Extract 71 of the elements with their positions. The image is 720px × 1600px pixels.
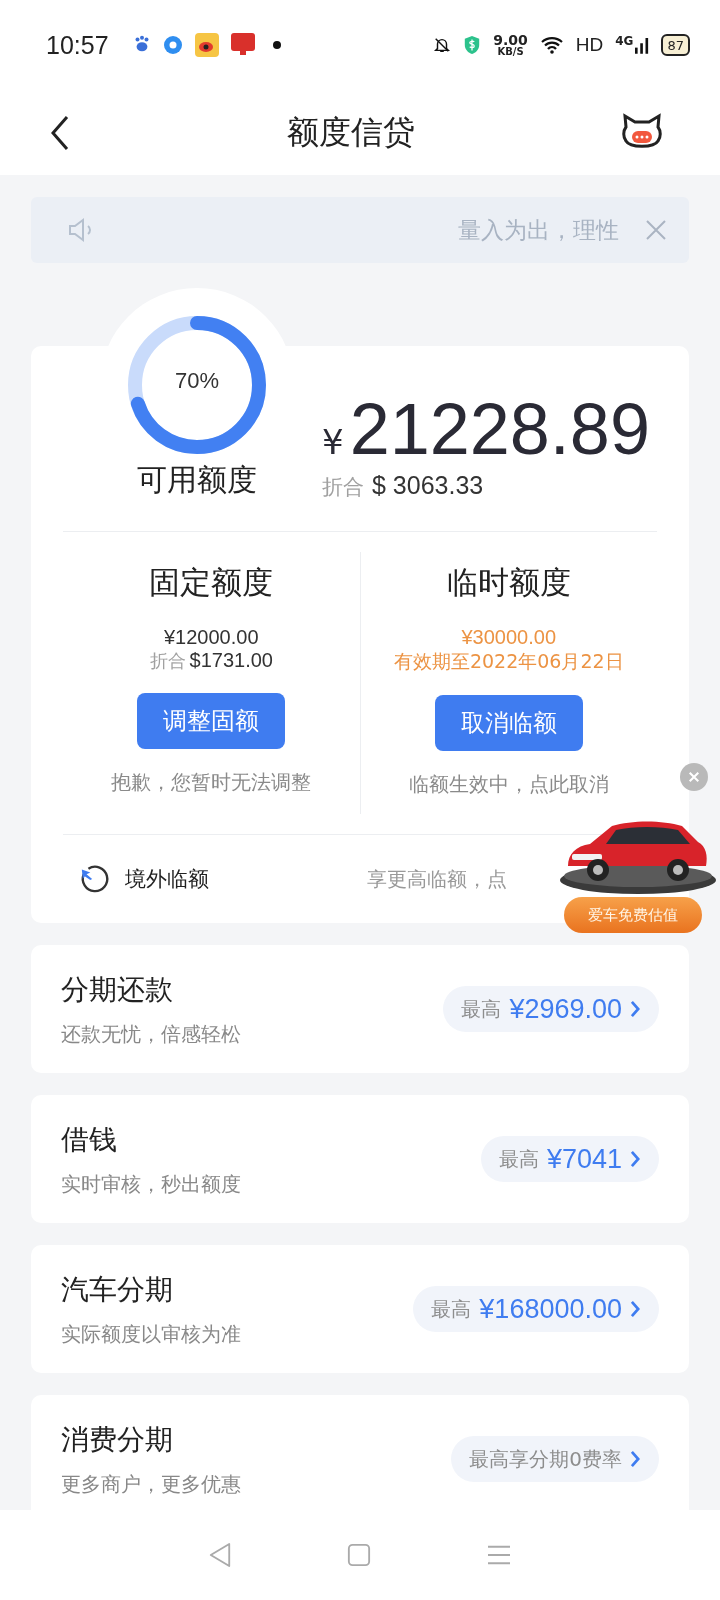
max-label: 最高 [431, 1295, 472, 1323]
wifi-icon [539, 35, 564, 55]
available-label: 可用额度 [137, 461, 257, 499]
close-icon[interactable] [645, 219, 667, 241]
network-speed-text: 9.00 [493, 33, 528, 47]
ad-close-button[interactable] [680, 763, 708, 791]
max-amount-pill[interactable]: 最高 ¥168000.00 [413, 1286, 659, 1332]
product-subtitle: 更多商户，更多优惠 [61, 1470, 241, 1498]
product-title: 借钱 [61, 1121, 118, 1158]
signal-icon [635, 35, 650, 55]
shield-icon [463, 35, 482, 55]
limit-title: 临时额度 [446, 563, 571, 602]
max-amount-pill[interactable]: 最高 ¥2969.00 [443, 986, 659, 1032]
back-nav-icon[interactable] [207, 1542, 232, 1568]
max-label: 最高享分期0费率 [469, 1445, 622, 1473]
percent-text: 70% [173, 368, 220, 394]
network-speed-unit: KB/S [497, 47, 524, 57]
bell-off-icon [433, 36, 452, 54]
max-amount: ¥2969.00 [509, 993, 622, 1025]
limit-title: 固定额度 [149, 563, 274, 602]
currency-symbol: ¥ [322, 422, 344, 462]
converted-amount: $ 3063.33 [372, 471, 484, 500]
available-amount: 21228.89 [349, 393, 650, 465]
product-title: 分期还款 [61, 971, 174, 1008]
max-label: 最高 [498, 1145, 539, 1173]
converted-label: 折合 [149, 649, 186, 673]
product-card[interactable]: 分期还款 还款无忧，倍感轻松 最高 ¥2969.00 [31, 945, 689, 1073]
app-icon [162, 35, 183, 55]
overseas-limit-label[interactable]: 境外临额 [125, 865, 209, 893]
car-valuation-button[interactable]: 爱车免费估值 [564, 897, 702, 933]
converted-label: 折合 [322, 474, 364, 501]
max-amount-pill[interactable]: 最高 ¥7041 [480, 1136, 659, 1182]
chevron-right-icon [630, 1000, 641, 1018]
home-nav-icon[interactable] [347, 1543, 371, 1567]
hd-text: HD [575, 34, 604, 56]
max-label: 最高 [461, 995, 502, 1023]
limit-amount: ¥30000.00 [461, 626, 556, 649]
max-amount: ¥168000.00 [479, 1293, 622, 1325]
max-amount-pill[interactable]: 最高享分期0费率 [451, 1436, 659, 1482]
product-card[interactable]: 消费分期 更多商户，更多优惠 最高享分期0费率 [31, 1395, 689, 1510]
limit-button[interactable]: 调整固额 [137, 693, 286, 749]
eye-icon [194, 33, 219, 57]
converted-amount: $1731.00 [189, 649, 273, 672]
limit-note: 抱歉，您暂时无法调整 [111, 769, 312, 796]
chevron-right-icon [630, 1450, 641, 1468]
notice-text: 量入为出，理性 [458, 215, 619, 245]
product-title: 消费分期 [61, 1421, 174, 1458]
product-title: 汽车分期 [61, 1271, 174, 1308]
chevron-right-icon [630, 1150, 641, 1168]
validity-text: 有效期至2022年06月22日 [393, 649, 624, 674]
max-amount: ¥7041 [546, 1143, 622, 1175]
product-subtitle: 实时审核，秒出额度 [61, 1170, 241, 1198]
menu-nav-icon[interactable] [486, 1544, 513, 1566]
back-icon[interactable] [50, 114, 70, 151]
notification-dot [272, 41, 281, 49]
product-subtitle: 实际额度以审核为准 [61, 1320, 241, 1348]
product-card[interactable]: 汽车分期 实际额度以审核为准 最高 ¥168000.00 [31, 1245, 689, 1373]
close-icon [688, 771, 700, 783]
plane-clock-icon [79, 863, 111, 895]
chevron-right-icon [630, 1300, 641, 1318]
overseas-hint: 享更高临额，点 [367, 865, 507, 893]
product-card[interactable]: 借钱 实时审核，秒出额度 最高 ¥7041 [31, 1095, 689, 1223]
network-type-text: 4G [615, 34, 634, 48]
limit-amount: ¥12000.00 [163, 626, 259, 649]
page-title: 额度信贷 [287, 111, 415, 153]
app-icon [230, 33, 255, 57]
product-subtitle: 还款无忧，倍感轻松 [61, 1020, 241, 1048]
battery-level-text: 87 [667, 38, 684, 52]
limit-note: 临额生效中，点此取消 [408, 771, 609, 798]
limit-button[interactable]: 取消临额 [434, 695, 583, 751]
status-time: 10:57 [46, 30, 109, 60]
